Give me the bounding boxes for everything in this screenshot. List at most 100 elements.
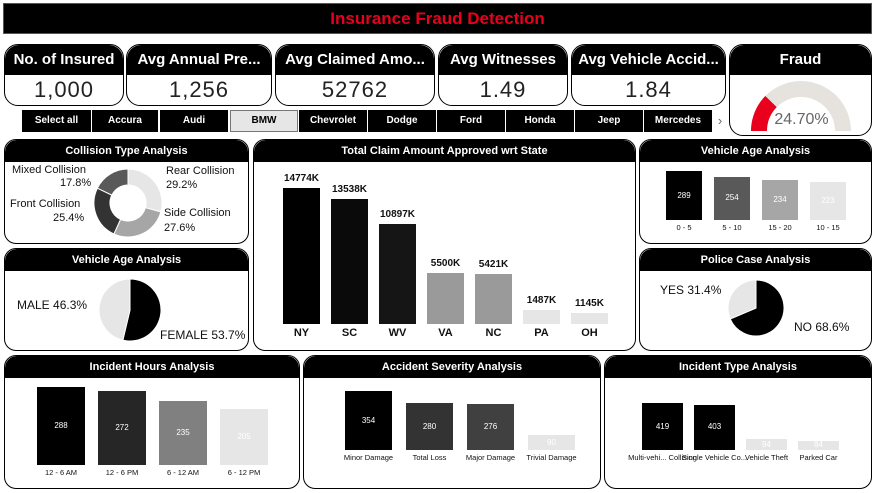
bar-value-label: 90 (547, 437, 556, 447)
legend-label-front: Front Collision (10, 198, 81, 210)
bar-value-label: 403 (707, 422, 722, 432)
police-pie-chart (727, 279, 785, 337)
bar-oh[interactable] (571, 313, 608, 324)
legend-label-side: Side Collision (164, 207, 231, 219)
gender-pie-chart (98, 278, 162, 342)
male-pct: 46.3% (53, 298, 88, 312)
police-case-card: Police Case Analysis YES 31.4% NO 68.6% (639, 248, 872, 351)
yes-pct: 31.4% (687, 283, 722, 297)
pie-slice-rear-collision[interactable] (127, 168, 163, 213)
fraud-label: Fraud (730, 45, 871, 75)
bar-category-label: OH (581, 327, 598, 339)
bar-nc[interactable] (475, 274, 512, 324)
kpi-label: Avg Vehicle Accid... (572, 45, 725, 75)
legend-pct-side: 27.6% (164, 222, 196, 234)
slicer-item-bmw[interactable]: BMW (230, 110, 298, 132)
pie-slice-male[interactable] (98, 278, 131, 341)
kpi-card-claimed: Avg Claimed Amo... 52762 (275, 44, 435, 106)
pie-slice-side-collision[interactable] (113, 207, 162, 238)
kpi-value: 52762 (321, 77, 389, 102)
bar-sc[interactable] (331, 199, 368, 324)
bar-value-label: 234 (773, 195, 787, 205)
severity-card: Accident Severity Analysis 354 Minor Dama… (303, 355, 601, 489)
bar-wv[interactable] (379, 223, 416, 324)
incident-hours-bar-chart: 288 12 - 6 AM 272 12 - 6 PM 235 6 - 12 AM 205 6… (5, 378, 299, 488)
bar-value-label: 235 (176, 428, 190, 438)
bar-value-label: 84 (814, 440, 823, 450)
female-name: FEMALE (160, 328, 209, 342)
bar-value-label: 14774K (283, 173, 320, 184)
severity-bar-chart: 354 Minor Damage 280 Total Loss 276 Major Dam… (304, 378, 600, 488)
card-title: Incident Type Analysis (605, 356, 871, 378)
kpi-card-vehicle-accidents: Avg Vehicle Accid... 1.84 (571, 44, 726, 106)
legend-label-rear: Rear Collision (166, 165, 235, 177)
bar-category-label: Trivial Damage (526, 453, 577, 462)
bar-value-label: 5421K (478, 259, 509, 271)
chevron-right-icon[interactable]: › (714, 110, 726, 132)
kpi-value: 1,256 (168, 77, 230, 102)
slicer-item-select-all[interactable]: Select all (22, 110, 91, 132)
fraud-value: 24.70% (774, 111, 829, 128)
state-claims-card: Total Claim Amount Approved wrt State 14… (253, 139, 636, 351)
bar-value-label: 10897K (379, 208, 416, 220)
kpi-card-insured: No. of Insured 1,000 (4, 44, 124, 106)
kpi-value: 1.84 (625, 77, 672, 102)
bar-value-label: 419 (655, 421, 670, 431)
female-pct: 53.7% (211, 328, 246, 342)
vehicle-age-bar-chart: 289 0 - 5 254 5 - 10 234 15 - 20 223 10 - 15 (640, 162, 871, 243)
slicer-item-honda[interactable]: Honda (506, 110, 574, 132)
slicer-item-accura[interactable]: Accura (92, 110, 158, 132)
pie-slice-front-collision[interactable] (93, 187, 122, 235)
kpi-label: Avg Annual Pre... (127, 45, 271, 75)
collision-donut-chart (93, 168, 163, 238)
card-title: Total Claim Amount Approved wrt State (254, 140, 635, 162)
kpi-value: 1,000 (33, 77, 95, 102)
slicer-item-mercedes[interactable]: Mercedes (644, 110, 712, 132)
card-title: Incident Hours Analysis (5, 356, 299, 378)
bar-value-label: 276 (483, 422, 498, 431)
bar-value-label: 254 (725, 193, 739, 203)
pie-label-female: FEMALE 53.7% (160, 328, 245, 342)
kpi-card-premium: Avg Annual Pre... 1,256 (126, 44, 272, 106)
bar-category-label: 10 - 15 (816, 223, 840, 232)
bar-value-label: 205 (237, 432, 251, 442)
collision-type-card: Collision Type Analysis Mixed Collision … (4, 139, 249, 244)
bar-category-label: 6 - 12 PM (227, 468, 261, 477)
slicer-item-ford[interactable]: Ford (437, 110, 505, 132)
no-name: NO (794, 320, 812, 334)
kpi-label: Avg Witnesses (439, 45, 567, 75)
no-pct: 68.6% (815, 320, 850, 334)
pie-label-yes: YES 31.4% (660, 283, 721, 297)
pie-label-no: NO 68.6% (794, 320, 849, 334)
bar-pa[interactable] (523, 310, 560, 324)
card-title: Vehicle Age Analysis (5, 249, 248, 271)
bar-value-label: 223 (821, 196, 835, 206)
brand-slicer: Select all Accura Audi BMW Chevrolet Dod… (22, 110, 728, 133)
male-name: MALE (17, 298, 50, 312)
bar-category-label: Parked Car (799, 453, 838, 462)
slicer-item-dodge[interactable]: Dodge (368, 110, 436, 132)
slicer-item-audi[interactable]: Audi (160, 110, 228, 132)
bar-value-label: 13538K (331, 184, 368, 196)
incident-hours-card: Incident Hours Analysis 288 12 - 6 AM 272 1… (4, 355, 300, 489)
bar-va[interactable] (427, 273, 464, 324)
bar-ny[interactable] (283, 188, 320, 324)
bar-value-label: 289 (677, 190, 691, 200)
legend-label-mixed: Mixed Collision (12, 164, 86, 176)
legend-pct-front: 25.4% (53, 212, 85, 224)
card-title: Police Case Analysis (640, 249, 871, 271)
bar-value-label: 272 (115, 423, 129, 433)
bar-value-label: 280 (422, 421, 437, 431)
slicer-item-jeep[interactable]: Jeep (575, 110, 643, 132)
pie-label-male: MALE 46.3% (17, 298, 87, 312)
vehicle-age-card: Vehicle Age Analysis 289 0 - 5 254 5 - 10 23… (639, 139, 872, 244)
slicer-item-chevrolet[interactable]: Chevrolet (299, 110, 367, 132)
bar-value-label: 288 (54, 421, 68, 430)
legend-pct-rear: 29.2% (166, 179, 198, 191)
bar-value-label: 1145K (575, 298, 604, 309)
legend-pct-mixed: 17.8% (60, 177, 92, 189)
state-bar-chart: 14774K NY 13538K SC 10897K WV 5500K VA 5421K NC 14… (254, 162, 635, 350)
kpi-label: No. of Insured (5, 45, 123, 75)
bar-value-label: 94 (762, 439, 771, 449)
bar-value-label: 354 (361, 415, 376, 425)
